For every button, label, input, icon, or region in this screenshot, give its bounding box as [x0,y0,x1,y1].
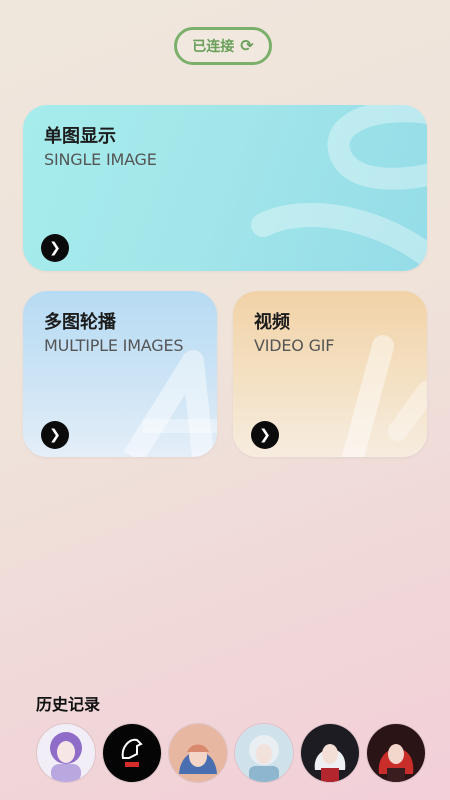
single-image-card[interactable]: 单图显示 SINGLE IMAGE ❯ [23,105,427,271]
card-subtitle: MULTIPLE IMAGES [44,336,184,355]
hooded-anime-girl-image [169,724,227,782]
card-title: 视频 [254,312,290,333]
card-title: 多图轮播 [44,312,116,333]
history-title: 历史记录 [36,695,101,714]
chevron-right-icon[interactable]: ❯ [41,234,69,262]
card-title: 单图显示 [44,126,116,147]
card-subtitle: SINGLE IMAGE [44,150,157,169]
blue-white-anime-girl-image [235,724,293,782]
history-list [36,723,426,783]
history-thumbnail[interactable] [102,723,162,783]
history-thumbnail[interactable] [234,723,294,783]
history-thumbnail[interactable] [36,723,96,783]
white-hair-anime-girl-image [301,724,359,782]
card-subtitle: VIDEO GIF [254,336,335,355]
history-thumbnail[interactable] [366,723,426,783]
multiple-images-card[interactable]: 多图轮播 MULTIPLE IMAGES ❯ [23,291,217,457]
history-thumbnail[interactable] [300,723,360,783]
history-thumbnail[interactable] [168,723,228,783]
video-gif-card[interactable]: 视频 VIDEO GIF ❯ [233,291,427,457]
connection-status-button[interactable]: 已连接 ⟳ [174,27,272,65]
red-hair-anime-girl-image [367,724,425,782]
chevron-right-icon[interactable]: ❯ [251,421,279,449]
horse-logo-image [103,724,161,782]
purple-hair-anime-girl-image [37,724,95,782]
chevron-right-icon[interactable]: ❯ [41,421,69,449]
refresh-icon[interactable]: ⟳ [240,38,253,54]
connection-status-label: 已连接 [192,39,235,55]
